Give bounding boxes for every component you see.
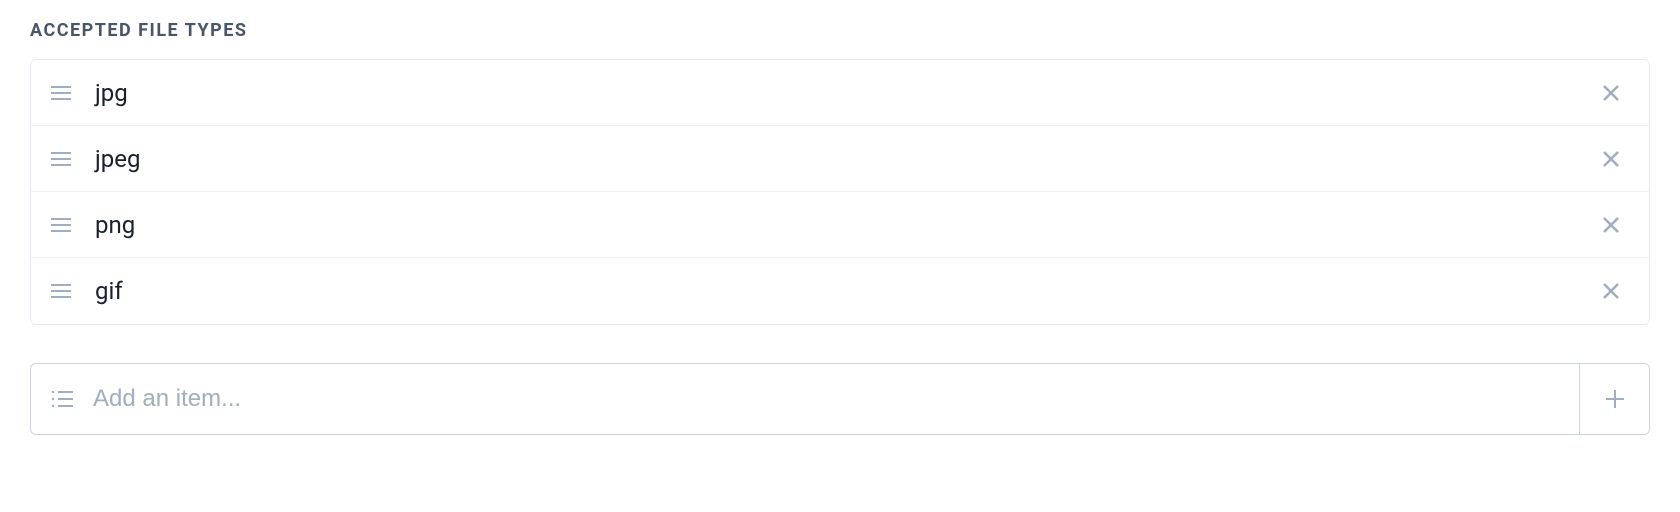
add-button[interactable]	[1579, 364, 1649, 434]
remove-button[interactable]	[1597, 79, 1625, 107]
drag-handle-icon[interactable]	[47, 283, 75, 299]
list-item: jpg	[31, 60, 1649, 126]
add-item-row	[30, 363, 1650, 435]
remove-button[interactable]	[1597, 211, 1625, 239]
add-input-wrap	[31, 364, 1579, 434]
item-value: jpeg	[95, 145, 1597, 173]
file-types-list: jpg jpeg png gif	[30, 59, 1650, 325]
drag-handle-icon[interactable]	[47, 85, 75, 101]
drag-handle-icon[interactable]	[47, 217, 75, 233]
list-item: gif	[31, 258, 1649, 324]
item-value: png	[95, 211, 1597, 239]
item-value: gif	[95, 277, 1597, 305]
section-label: Accepted file types	[30, 20, 1650, 41]
remove-button[interactable]	[1597, 277, 1625, 305]
bullet-list-icon	[49, 386, 75, 412]
drag-handle-icon[interactable]	[47, 151, 75, 167]
list-item: jpeg	[31, 126, 1649, 192]
item-value: jpg	[95, 79, 1597, 107]
remove-button[interactable]	[1597, 145, 1625, 173]
list-item: png	[31, 192, 1649, 258]
add-item-input[interactable]	[93, 385, 1561, 413]
